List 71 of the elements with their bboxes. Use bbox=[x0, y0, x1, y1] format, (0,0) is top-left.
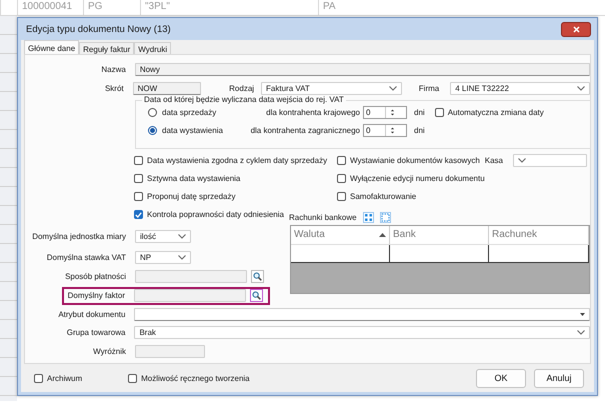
checkbox[interactable]: Kontrola poprawności daty odniesienia bbox=[133, 209, 285, 220]
field-label: Firma bbox=[418, 84, 440, 93]
input-field[interactable] bbox=[135, 344, 205, 358]
dialog-button[interactable]: Anuluj bbox=[534, 368, 584, 388]
column-header[interactable]: Rachunek bbox=[489, 226, 589, 244]
unit-label: dni bbox=[414, 126, 425, 135]
dropdown[interactable]: 4 LINE T32222 bbox=[450, 82, 590, 95]
checkbox[interactable]: Sztywna data wystawienia bbox=[133, 173, 242, 184]
table-cell: "3PL" bbox=[140, 0, 318, 15]
field-label: Skrót bbox=[104, 84, 124, 93]
dropdown[interactable] bbox=[134, 308, 590, 321]
chevron-down-icon bbox=[178, 255, 186, 260]
dropdown[interactable]: Brak bbox=[134, 326, 590, 340]
search-button[interactable] bbox=[251, 270, 264, 284]
tab[interactable]: Wydruki bbox=[134, 42, 172, 54]
caret-down-icon bbox=[580, 312, 585, 316]
input-field[interactable]: Nowy bbox=[134, 63, 590, 76]
checkbox[interactable]: Wystawianie dokumentów kasowych bbox=[336, 155, 481, 166]
dropdown[interactable]: NP bbox=[135, 251, 191, 264]
field-label: Domyślna jednostka miary bbox=[31, 232, 126, 242]
search-icon bbox=[253, 272, 262, 282]
expand-icon[interactable] bbox=[362, 212, 374, 223]
radio-button[interactable]: data wystawienia bbox=[147, 124, 245, 136]
field-label: Domyślny faktor bbox=[66, 291, 125, 300]
checkbox[interactable]: Wyłączenie edycji numeru dokumentu bbox=[336, 173, 486, 184]
dropdown[interactable]: ilość bbox=[135, 230, 191, 244]
field-label: dla kontrahenta zagranicznego bbox=[250, 126, 360, 135]
field-label: Grupa towarowa bbox=[66, 328, 126, 338]
checkbox[interactable]: Automatyczna zmiana daty bbox=[434, 106, 545, 118]
number-spinner[interactable]: 0 bbox=[363, 124, 407, 137]
table-cell: PA bbox=[318, 0, 518, 15]
input-field[interactable]: NOW bbox=[132, 82, 202, 95]
table-cell: 100000041 bbox=[17, 0, 83, 15]
chevron-down-icon bbox=[388, 86, 397, 91]
field-label: Kasa bbox=[484, 156, 503, 166]
tab[interactable]: Główne dane bbox=[24, 40, 80, 54]
chevron-down-icon bbox=[178, 234, 186, 240]
checkbox[interactable]: Archiwum bbox=[33, 372, 84, 384]
dropdown[interactable]: Faktura VAT bbox=[261, 82, 402, 95]
field-label: dla kontrahenta krajowego bbox=[265, 108, 360, 117]
input-field[interactable] bbox=[134, 289, 246, 302]
input-field[interactable] bbox=[135, 270, 247, 284]
search-icon bbox=[252, 291, 261, 300]
checkbox[interactable]: Proponuj datę sprzedaży bbox=[133, 191, 236, 202]
column-header[interactable]: Waluta bbox=[291, 226, 390, 244]
window-title: Edycja typu dokumentu Nowy (13) bbox=[26, 24, 171, 34]
unit-label: dni bbox=[414, 108, 425, 117]
group-legend: Data od której będzie wyliczana data wejścia do rej. VAT bbox=[142, 94, 346, 104]
field-label: Wyróżnik bbox=[92, 346, 126, 356]
radio-button[interactable]: data sprzedaży bbox=[147, 106, 245, 118]
section-label: Rachunki bankowe bbox=[289, 212, 357, 222]
field-label: Rodzaj bbox=[229, 84, 254, 93]
chevron-down-icon bbox=[518, 158, 526, 164]
search-button[interactable] bbox=[250, 289, 263, 302]
checkbox[interactable]: Możliwość ręcznego tworzenia bbox=[127, 372, 251, 384]
collapse-icon[interactable] bbox=[380, 212, 391, 223]
close-button[interactable] bbox=[561, 22, 591, 36]
checkbox[interactable]: Data wystawienia zgodna z cyklem daty sprzedaży bbox=[133, 155, 328, 166]
number-spinner[interactable]: 0 bbox=[363, 106, 407, 119]
table-cell: PG bbox=[83, 0, 140, 15]
field-label: Domyślna stawka VAT bbox=[46, 253, 126, 262]
column-header[interactable]: Bank bbox=[390, 226, 489, 244]
field-label: Sposób płatności bbox=[64, 272, 126, 282]
chevron-down-icon bbox=[577, 330, 585, 336]
field-label: Atrybut dokumentu bbox=[57, 310, 126, 319]
tab[interactable]: Reguły faktur bbox=[79, 42, 134, 54]
close-icon bbox=[572, 26, 580, 32]
checkbox[interactable]: Samofakturowanie bbox=[336, 191, 418, 202]
dialog-button[interactable]: OK bbox=[476, 368, 526, 388]
chevron-down-icon bbox=[577, 86, 585, 91]
field-label: Nazwa bbox=[100, 65, 126, 74]
